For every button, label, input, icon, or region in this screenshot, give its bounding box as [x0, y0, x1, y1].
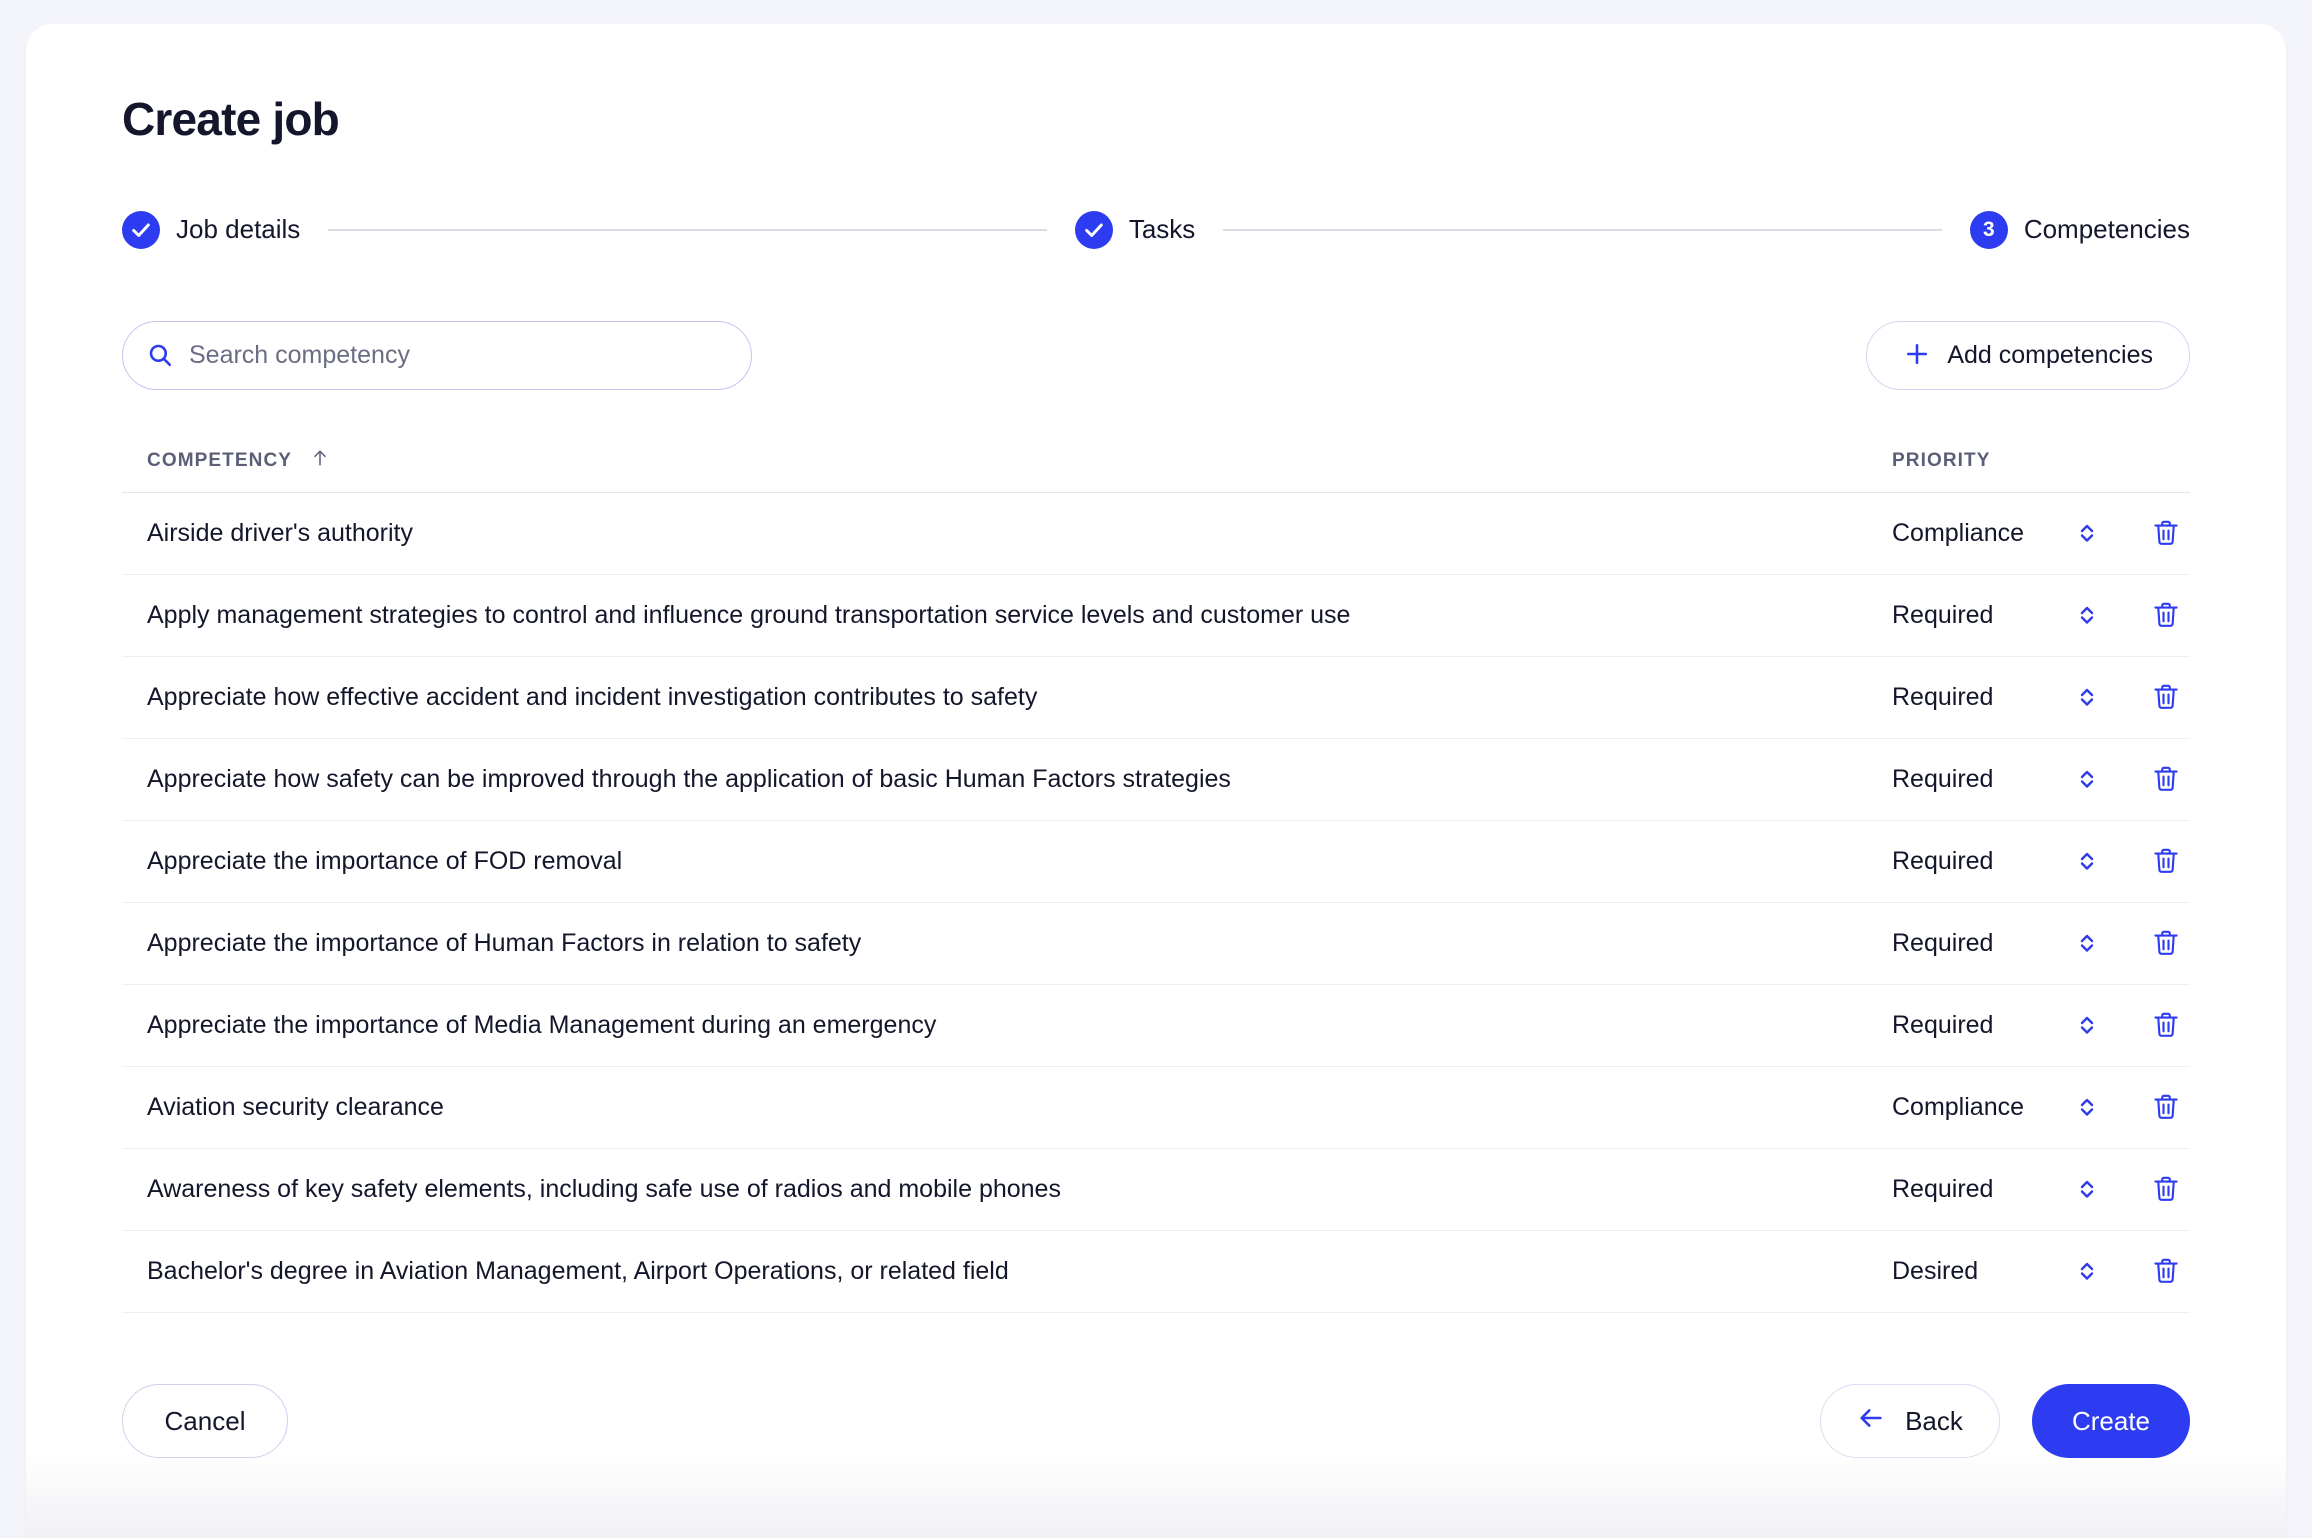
- priority-value: Required: [1892, 847, 2067, 876]
- add-competencies-button[interactable]: Add competencies: [1866, 321, 2190, 390]
- priority-value: Compliance: [1892, 1093, 2067, 1122]
- stepper-item-competencies[interactable]: 3 Competencies: [1970, 211, 2190, 249]
- priority-value: Required: [1892, 929, 2067, 958]
- column-header-priority-label: PRIORITY: [1892, 450, 1991, 471]
- chevron-up-down-icon[interactable]: [2067, 1002, 2107, 1048]
- table-row: Appreciate the importance of Human Facto…: [122, 903, 2190, 985]
- trash-icon[interactable]: [2141, 997, 2190, 1053]
- competency-name: Awareness of key safety elements, includ…: [122, 1173, 1870, 1206]
- chevron-up-down-icon[interactable]: [2067, 838, 2107, 884]
- chevron-up-down-icon[interactable]: [2067, 1084, 2107, 1130]
- competency-name: Apply management strategies to control a…: [122, 599, 1870, 632]
- trash-icon[interactable]: [2141, 1079, 2190, 1135]
- stepper-label-tasks: Tasks: [1129, 214, 1195, 245]
- table-row: Appreciate how safety can be improved th…: [122, 739, 2190, 821]
- trash-icon[interactable]: [2141, 587, 2190, 643]
- trash-icon[interactable]: [2141, 1243, 2190, 1299]
- table-row: Airside driver's authority Compliance: [122, 493, 2190, 575]
- trash-icon[interactable]: [2141, 833, 2190, 889]
- search-icon: [147, 342, 173, 368]
- priority-value: Desired: [1892, 1257, 2067, 1286]
- priority-cell: Required: [1870, 997, 2190, 1053]
- priority-value: Required: [1892, 601, 2067, 630]
- arrow-left-icon: [1857, 1404, 1885, 1439]
- table-row: Bachelor's degree in Aviation Management…: [122, 1231, 2190, 1313]
- priority-cell: Required: [1870, 587, 2190, 643]
- priority-value: Required: [1892, 1175, 2067, 1204]
- wizard-footer: Cancel Back Create: [26, 1356, 2286, 1538]
- priority-cell: Compliance: [1870, 1079, 2190, 1135]
- card-content: Create job Job details: [26, 24, 2286, 1313]
- chevron-up-down-icon[interactable]: [2067, 674, 2107, 720]
- search-competency-box[interactable]: [122, 321, 752, 390]
- table-row: Appreciate how effective accident and in…: [122, 657, 2190, 739]
- chevron-up-down-icon[interactable]: [2067, 1248, 2107, 1294]
- table-row: Appreciate the importance of FOD removal…: [122, 821, 2190, 903]
- chevron-up-down-icon[interactable]: [2067, 920, 2107, 966]
- stepper-item-tasks[interactable]: Tasks: [1075, 211, 1195, 249]
- trash-icon[interactable]: [2141, 505, 2190, 561]
- step-number-badge: 3: [1970, 211, 2008, 249]
- chevron-up-down-icon[interactable]: [2067, 510, 2107, 556]
- create-job-card: Create job Job details: [26, 24, 2286, 1538]
- arrow-up-icon: [310, 448, 330, 474]
- page-title: Create job: [26, 94, 2286, 145]
- stepper: Job details Tasks 3 Compe: [26, 211, 2286, 249]
- stepper-item-job-details[interactable]: Job details: [122, 211, 300, 249]
- priority-cell: Required: [1870, 751, 2190, 807]
- competency-name: Aviation security clearance: [122, 1091, 1870, 1124]
- column-header-competency-label: COMPETENCY: [147, 450, 292, 472]
- competency-name: Appreciate the importance of Media Manag…: [122, 1009, 1870, 1042]
- check-icon: [1075, 211, 1113, 249]
- stepper-connector-2: [1223, 229, 1942, 231]
- footer-actions: Back Create: [1820, 1384, 2190, 1458]
- priority-cell: Required: [1870, 915, 2190, 971]
- table-header-row: COMPETENCY PRIORITY: [122, 448, 2190, 493]
- competency-name: Appreciate the importance of FOD removal: [122, 845, 1870, 878]
- search-input[interactable]: [189, 322, 727, 389]
- priority-cell: Required: [1870, 833, 2190, 889]
- competency-name: Bachelor's degree in Aviation Management…: [122, 1255, 1870, 1288]
- priority-cell: Required: [1870, 1161, 2190, 1217]
- competency-name: Appreciate the importance of Human Facto…: [122, 927, 1870, 960]
- trash-icon[interactable]: [2141, 915, 2190, 971]
- add-competencies-label: Add competencies: [1947, 341, 2153, 370]
- app-root: Create job Job details: [0, 0, 2312, 1538]
- step-number: 3: [1983, 219, 1995, 240]
- competency-name: Appreciate how effective accident and in…: [122, 681, 1870, 714]
- competency-name: Appreciate how safety can be improved th…: [122, 763, 1870, 796]
- priority-cell: Required: [1870, 669, 2190, 725]
- chevron-up-down-icon[interactable]: [2067, 1166, 2107, 1212]
- table-row: Awareness of key safety elements, includ…: [122, 1149, 2190, 1231]
- check-icon: [122, 211, 160, 249]
- trash-icon[interactable]: [2141, 669, 2190, 725]
- priority-value: Required: [1892, 765, 2067, 794]
- back-button-label: Back: [1905, 1406, 1963, 1437]
- column-header-competency[interactable]: COMPETENCY: [122, 448, 1870, 474]
- back-button[interactable]: Back: [1820, 1384, 2000, 1458]
- table-body: Airside driver's authority Compliance Appl…: [122, 493, 2190, 1313]
- priority-cell: Compliance: [1870, 505, 2190, 561]
- stepper-label-competencies: Competencies: [2024, 214, 2190, 245]
- competency-name: Airside driver's authority: [122, 517, 1870, 550]
- column-header-priority: PRIORITY: [1870, 450, 2190, 472]
- stepper-label-job-details: Job details: [176, 214, 300, 245]
- priority-cell: Desired: [1870, 1243, 2190, 1299]
- priority-value: Required: [1892, 683, 2067, 712]
- chevron-up-down-icon[interactable]: [2067, 592, 2107, 638]
- plus-icon: [1903, 340, 1931, 371]
- stepper-connector-1: [328, 229, 1047, 231]
- chevron-up-down-icon[interactable]: [2067, 756, 2107, 802]
- priority-value: Compliance: [1892, 519, 2067, 548]
- table-row: Apply management strategies to control a…: [122, 575, 2190, 657]
- priority-value: Required: [1892, 1011, 2067, 1040]
- table-row: Aviation security clearance Compliance: [122, 1067, 2190, 1149]
- cancel-button[interactable]: Cancel: [122, 1384, 288, 1458]
- create-button[interactable]: Create: [2032, 1384, 2190, 1458]
- trash-icon[interactable]: [2141, 751, 2190, 807]
- table-row: Appreciate the importance of Media Manag…: [122, 985, 2190, 1067]
- trash-icon[interactable]: [2141, 1161, 2190, 1217]
- competencies-table: COMPETENCY PRIORITY Airside driver's aut…: [26, 448, 2286, 1313]
- toolbar: Add competencies: [26, 321, 2286, 390]
